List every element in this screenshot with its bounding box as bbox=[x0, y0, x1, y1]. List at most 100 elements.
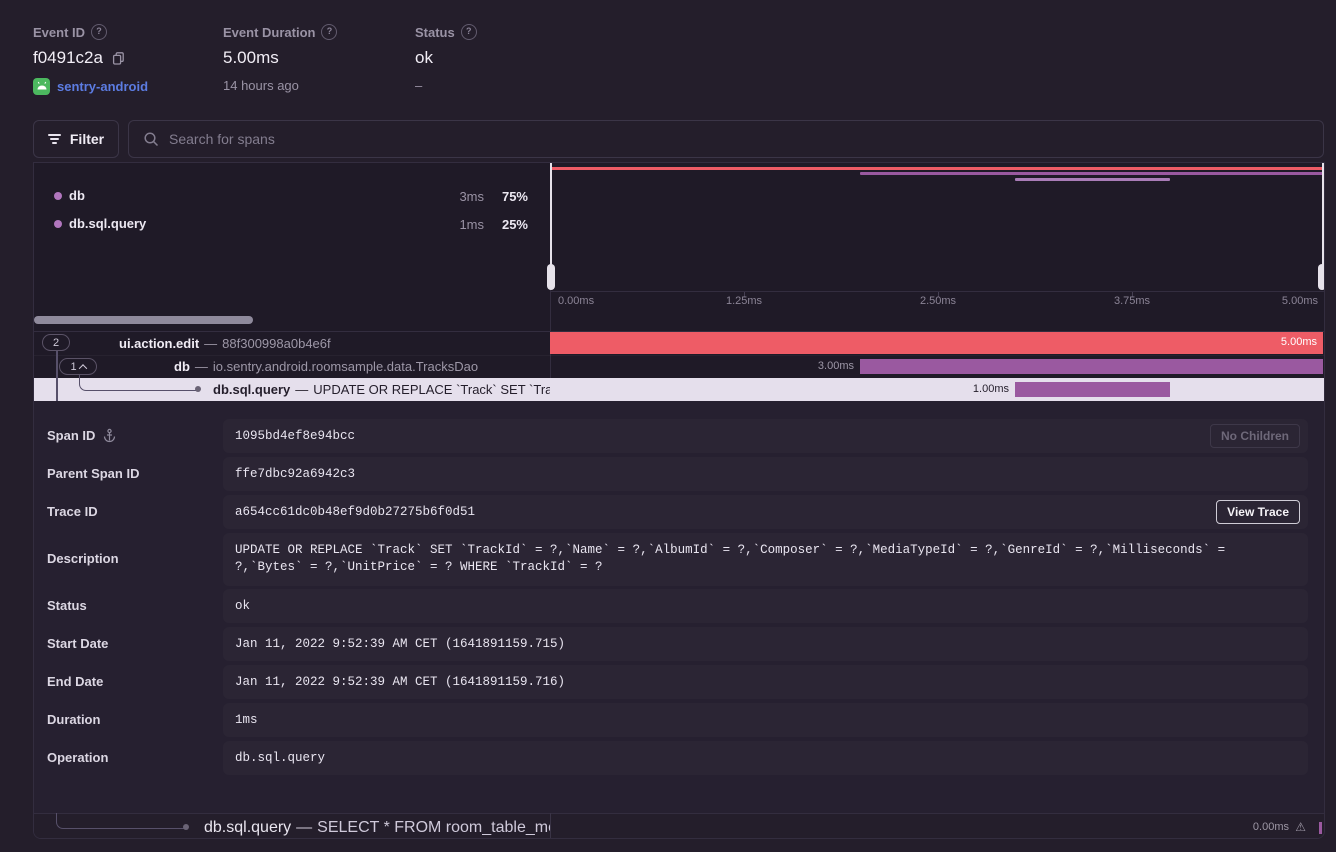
time-axis: 0.00ms 1.25ms 2.50ms 3.75ms 5.00ms bbox=[550, 291, 1325, 310]
search-input[interactable] bbox=[129, 121, 1323, 157]
chevron-up-icon bbox=[78, 364, 86, 372]
axis-tick-label: 5.00ms bbox=[1282, 295, 1318, 307]
span-bar bbox=[1319, 822, 1322, 834]
warning-icon: ⚠ bbox=[1295, 820, 1306, 834]
span-row-db-sql-query-select[interactable]: db.sql.query — SELECT * FROM room_table_… bbox=[34, 813, 1325, 839]
detail-label-start-date: Start Date bbox=[47, 636, 108, 651]
status-sub: – bbox=[415, 78, 422, 93]
detail-label-end-date: End Date bbox=[47, 674, 103, 689]
minimap-right-handle[interactable] bbox=[1318, 264, 1325, 290]
detail-label-status: Status bbox=[47, 598, 87, 613]
no-children-button: No Children bbox=[1210, 424, 1300, 448]
android-project-icon bbox=[33, 78, 50, 95]
detail-label-duration: Duration bbox=[47, 712, 100, 727]
minimap-bar-db-sql-query bbox=[1015, 178, 1170, 181]
span-row-ui-action-edit[interactable]: 2 ui.action.edit — 88f300998a0b4e6f 5.00… bbox=[34, 331, 1325, 356]
detail-label-description: Description bbox=[47, 551, 119, 566]
view-trace-button[interactable]: View Trace bbox=[1216, 500, 1300, 524]
status-label: Status bbox=[415, 25, 455, 40]
legend-duration: 1ms bbox=[459, 217, 484, 232]
minimap-bar-db bbox=[860, 172, 1323, 175]
minimap-left-handle[interactable] bbox=[547, 264, 555, 290]
detail-label-trace-id: Trace ID bbox=[47, 504, 98, 519]
help-icon[interactable]: ? bbox=[461, 24, 477, 40]
children-count-pill[interactable]: 1 bbox=[59, 358, 97, 375]
legend-op: db.sql.query bbox=[69, 216, 146, 231]
detail-label-parent-span-id: Parent Span ID bbox=[47, 466, 139, 481]
filter-button[interactable]: Filter bbox=[33, 120, 119, 158]
help-icon[interactable]: ? bbox=[321, 24, 337, 40]
span-description: UPDATE OR REPLACE `Track` SET `TrackId` … bbox=[313, 382, 550, 397]
event-duration-column: Event Duration ? 5.00ms 14 hours ago bbox=[223, 24, 337, 93]
span-duration: 5.00ms bbox=[1281, 336, 1317, 348]
detail-value-operation: db.sql.query bbox=[223, 741, 1308, 775]
children-count: 1 bbox=[70, 361, 76, 373]
legend-op: db bbox=[69, 188, 85, 203]
span-op: db bbox=[174, 359, 190, 374]
legend-percent: 75% bbox=[502, 189, 528, 204]
event-id-label: Event ID bbox=[33, 25, 85, 40]
tree-connector bbox=[56, 813, 187, 829]
span-duration: 0.00ms bbox=[1253, 821, 1289, 833]
span-op: ui.action.edit bbox=[119, 336, 199, 351]
tree-connector bbox=[79, 375, 199, 391]
status-value: ok bbox=[415, 48, 433, 68]
children-count: 2 bbox=[53, 337, 59, 349]
separator: — bbox=[195, 359, 208, 374]
legend-row-db-sql-query[interactable]: db.sql.query 1ms 25% bbox=[34, 213, 550, 235]
span-row-db[interactable]: 1 db — io.sentry.android.roomsample.data… bbox=[34, 355, 1325, 379]
span-bar bbox=[550, 332, 1323, 354]
separator: — bbox=[296, 819, 312, 837]
axis-tick-label: 3.75ms bbox=[1102, 295, 1162, 307]
panel-divider bbox=[550, 813, 551, 839]
legend-row-db[interactable]: db 3ms 75% bbox=[34, 185, 550, 207]
legend-dot bbox=[54, 192, 62, 200]
separator: — bbox=[295, 382, 308, 397]
help-icon[interactable]: ? bbox=[91, 24, 107, 40]
minimap-right-handle-line bbox=[1322, 163, 1324, 267]
span-op: db.sql.query bbox=[213, 382, 290, 397]
detail-value-status: ok bbox=[223, 589, 1308, 623]
detail-value-parent-span-id: ffe7dbc92a6942c3 bbox=[223, 457, 1308, 491]
span-duration: 1.00ms bbox=[973, 383, 1009, 395]
anchor-icon[interactable] bbox=[102, 428, 117, 443]
event-duration-label: Event Duration bbox=[223, 25, 315, 40]
span-row-db-sql-query-selected[interactable]: db.sql.query — UPDATE OR REPLACE `Track`… bbox=[34, 378, 1325, 401]
copy-icon[interactable] bbox=[111, 51, 126, 66]
status-column: Status ? ok – bbox=[415, 24, 477, 93]
detail-value-description: UPDATE OR REPLACE `Track` SET `TrackId` … bbox=[223, 533, 1308, 586]
scrollbar-row bbox=[34, 309, 1325, 332]
span-op: db.sql.query bbox=[204, 819, 291, 837]
span-bar bbox=[1015, 382, 1170, 397]
event-duration-value: 5.00ms bbox=[223, 48, 279, 68]
span-description: io.sentry.android.roomsample.data.Tracks… bbox=[213, 359, 478, 374]
span-duration: 3.00ms bbox=[818, 360, 854, 372]
legend-percent: 25% bbox=[502, 217, 528, 232]
span-description: SELECT * FROM room_table_modification_lo… bbox=[317, 819, 550, 837]
axis-tick-label: 0.00ms bbox=[558, 295, 594, 307]
minimap-bar-root bbox=[551, 167, 1323, 170]
detail-label-operation: Operation bbox=[47, 750, 108, 765]
children-count-pill[interactable]: 2 bbox=[42, 334, 70, 351]
event-id-column: Event ID ? f0491c2a sentry-android bbox=[33, 24, 148, 95]
event-id-label-row: Event ID ? bbox=[33, 24, 148, 40]
project-link[interactable]: sentry-android bbox=[57, 79, 148, 94]
span-search bbox=[128, 120, 1324, 158]
detail-value-start-date: Jan 11, 2022 9:52:39 AM CET (1641891159.… bbox=[223, 627, 1308, 661]
span-description: 88f300998a0b4e6f bbox=[222, 336, 330, 351]
tree-connector-dot bbox=[195, 386, 201, 392]
filter-button-label: Filter bbox=[70, 131, 104, 147]
horizontal-scrollbar-thumb[interactable] bbox=[34, 316, 253, 324]
separator: — bbox=[204, 336, 217, 351]
axis-tick-label: 2.50ms bbox=[908, 295, 968, 307]
filter-icon bbox=[48, 134, 61, 144]
detail-label-span-id: Span ID bbox=[47, 428, 117, 443]
tree-connector-dot bbox=[183, 824, 189, 830]
detail-value-end-date: Jan 11, 2022 9:52:39 AM CET (1641891159.… bbox=[223, 665, 1308, 699]
spans-widget: db 3ms 75% db.sql.query 1ms 25% 0.00ms 1… bbox=[33, 162, 1325, 839]
tree-connector-line bbox=[56, 351, 58, 401]
detail-value-duration: 1ms bbox=[223, 703, 1308, 737]
event-duration-ago: 14 hours ago bbox=[223, 78, 299, 93]
detail-value-span-id: 1095bd4ef8e94bcc bbox=[223, 419, 1308, 453]
legend-duration: 3ms bbox=[459, 189, 484, 204]
